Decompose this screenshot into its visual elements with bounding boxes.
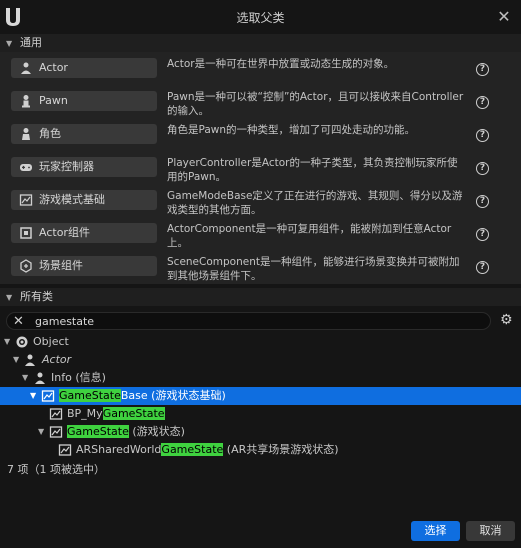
common-row-pawn: Pawn Pawn是一种可以被“控制”的Actor，且可以接收来自Control… (0, 87, 521, 120)
expand-arrow-icon[interactable]: ▼ (30, 387, 36, 405)
tree-row-gamestate[interactable]: ▼ GameState (游戏状态) (0, 423, 521, 441)
component-icon (20, 227, 32, 239)
item-count-status: 7 项（1 项被选中） (7, 463, 105, 476)
class-search-input[interactable] (35, 314, 475, 328)
help-icon[interactable]: ? (476, 162, 489, 175)
common-section-header[interactable]: ▼ 通用 (0, 34, 521, 52)
actor-class-button[interactable]: Actor (11, 58, 157, 78)
object-icon (16, 336, 28, 348)
select-button[interactable]: 选择 (411, 521, 460, 541)
game-mode-icon (49, 408, 63, 420)
character-icon (22, 128, 30, 140)
clear-search-icon[interactable]: ✕ (13, 314, 24, 329)
tree-row-arsharedworldgamestate[interactable]: ARSharedWorldGameState (AR共享场景游戏状态) (0, 441, 521, 459)
collapse-arrow-icon: ▼ (6, 39, 13, 48)
collapse-arrow-icon: ▼ (6, 293, 13, 302)
pawn-icon (22, 95, 30, 108)
scene-component-class-button[interactable]: 场景组件 (11, 256, 157, 276)
common-row-player-controller: 玩家控制器 PlayerController是Actor的一种子类型，其负责控制… (0, 153, 521, 186)
tree-row-bp-mygamestate[interactable]: BP_MyGameState (0, 405, 521, 423)
actor-icon (35, 372, 45, 384)
actor-component-description: ActorComponent是一种可复用组件，能被附加到任意Actor上。 (167, 223, 452, 249)
common-row-character: 角色 角色是Pawn的一种类型，增加了可四处走动的功能。 ? (0, 120, 521, 153)
expand-arrow-icon[interactable]: ▼ (13, 351, 19, 369)
expand-arrow-icon[interactable]: ▼ (38, 423, 44, 441)
game-mode-description: GameModeBase定义了正在进行的游戏、其规则、得分以及游戏类型的其他方面… (167, 190, 463, 216)
common-classes-panel: Actor Actor是一种可在世界中放置或动态生成的对象。 ? Pawn Pa… (0, 52, 521, 284)
game-mode-icon (49, 426, 63, 438)
actor-component-class-button[interactable]: Actor组件 (11, 223, 157, 243)
game-mode-class-button[interactable]: 游戏模式基础 (11, 190, 157, 210)
common-row-actor: Actor Actor是一种可在世界中放置或动态生成的对象。 ? (0, 54, 521, 87)
help-icon[interactable]: ? (476, 96, 489, 109)
pawn-class-button[interactable]: Pawn (11, 91, 157, 111)
tree-row-actor[interactable]: ▼ Actor (0, 351, 521, 369)
actor-icon (25, 354, 35, 366)
player-controller-class-button[interactable]: 玩家控制器 (11, 157, 157, 177)
expand-arrow-icon[interactable]: ▼ (4, 333, 10, 351)
window-title: 选取父类 (236, 11, 285, 25)
class-tree: ▼ Object ▼ Actor ▼ Info (信息) ▼ GameState… (0, 333, 521, 459)
scene-component-icon (20, 259, 32, 273)
gear-icon[interactable]: ⚙ (500, 312, 516, 328)
help-icon[interactable]: ? (476, 63, 489, 76)
cancel-button[interactable]: 取消 (466, 521, 515, 541)
tree-row-gamestatebase[interactable]: ▼ GameStateBase (游戏状态基础) (0, 387, 521, 405)
expand-arrow-icon[interactable]: ▼ (22, 369, 28, 387)
help-icon[interactable]: ? (476, 228, 489, 241)
scene-component-description: SceneComponent是一种组件，能够进行场景变换并可被附加到其他场景组件… (167, 256, 460, 282)
class-search-box: ✕ (6, 312, 491, 330)
help-icon[interactable]: ? (476, 195, 489, 208)
title-bar: 选取父类 ✕ (0, 0, 521, 34)
help-icon[interactable]: ? (476, 129, 489, 142)
actor-description: Actor是一种可在世界中放置或动态生成的对象。 (167, 58, 395, 70)
tree-row-info[interactable]: ▼ Info (信息) (0, 369, 521, 387)
all-classes-section-header[interactable]: ▼ 所有类 (0, 288, 521, 306)
pawn-description: Pawn是一种可以被“控制”的Actor，且可以接收来自Controller的输… (167, 91, 464, 117)
tree-row-object[interactable]: ▼ Object (0, 333, 521, 351)
game-mode-icon (19, 194, 33, 206)
common-row-actor-component: Actor组件 ActorComponent是一种可复用组件，能被附加到任意Ac… (0, 219, 521, 252)
character-description: 角色是Pawn的一种类型，增加了可四处走动的功能。 (167, 124, 416, 136)
character-class-button[interactable]: 角色 (11, 124, 157, 144)
game-mode-icon (58, 444, 72, 456)
common-row-game-mode: 游戏模式基础 GameModeBase定义了正在进行的游戏、其规则、得分以及游戏… (0, 186, 521, 219)
actor-icon (21, 62, 31, 74)
close-icon[interactable]: ✕ (495, 8, 513, 26)
common-row-scene-component: 场景组件 SceneComponent是一种组件，能够进行场景变换并可被附加到其… (0, 252, 521, 285)
game-mode-icon (41, 390, 55, 402)
gamepad-icon (20, 164, 32, 171)
help-icon[interactable]: ? (476, 261, 489, 274)
player-controller-description: PlayerController是Actor的一种子类型，其负责控制玩家所使用的… (167, 157, 458, 183)
